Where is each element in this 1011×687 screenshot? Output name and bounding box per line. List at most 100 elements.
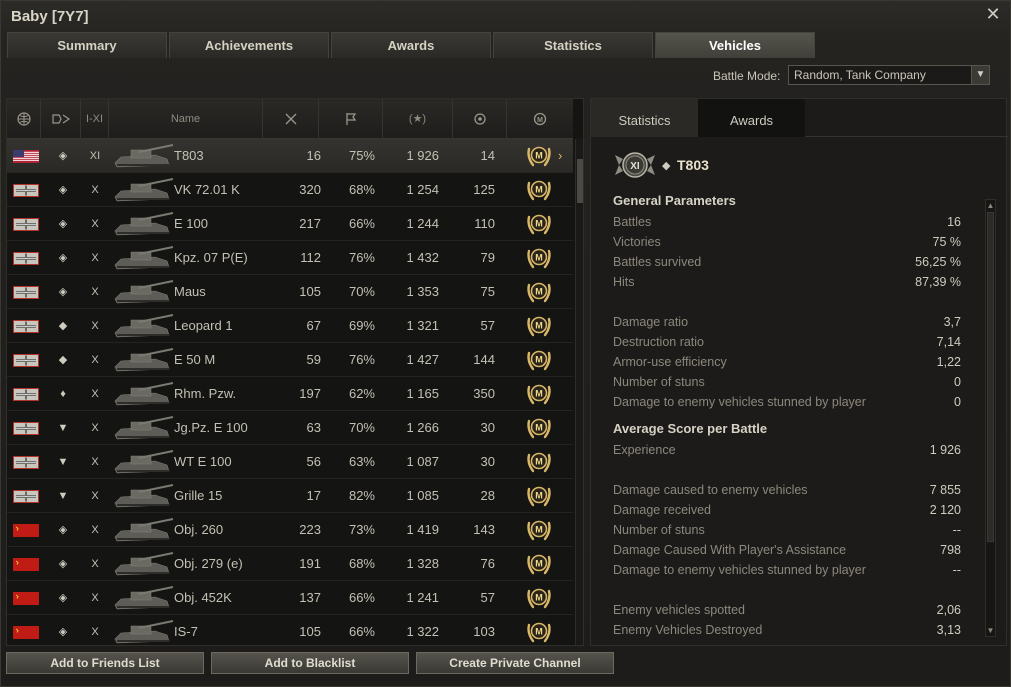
stat-value: 2,06 [936, 603, 961, 617]
battles-cell: 63 [306, 420, 321, 435]
svg-text:M: M [535, 423, 543, 433]
exp-cell: 1 254 [406, 182, 439, 197]
wins-cell: 68% [348, 182, 375, 197]
tab-awards[interactable]: Awards [331, 32, 491, 58]
table-row[interactable]: ♦ X Rhm. Pzw. 197 62% 1 165 350 M [7, 377, 573, 411]
tier-cell: X [91, 218, 99, 230]
main-tabs: Summary Achievements Awards Statistics V… [7, 32, 1007, 58]
close-icon[interactable]: ✕ [984, 5, 1002, 23]
heavy-tank-icon: ◈ [58, 184, 68, 196]
tab-vehicles[interactable]: Vehicles [655, 32, 815, 58]
damage-cell: 79 [480, 250, 495, 265]
tab-vehicle-statistics[interactable]: Statistics [591, 99, 698, 137]
flag-germany-icon [13, 388, 39, 401]
exp-column-header[interactable]: (★) [383, 99, 453, 139]
scroll-down-icon[interactable]: ▼ [986, 625, 995, 636]
tank-image [114, 484, 174, 508]
wins-column-header[interactable] [319, 99, 383, 139]
heavy-tank-icon: ◈ [58, 592, 68, 604]
damage-column-header[interactable] [453, 99, 507, 139]
mastery-badge-icon: M [527, 554, 551, 575]
medium-tank-icon: ◆ [58, 354, 68, 366]
battles-cell: 217 [299, 216, 321, 231]
tank-image [114, 246, 174, 270]
battles-column-header[interactable] [263, 99, 319, 139]
tank-image [114, 212, 174, 236]
damage-cell: 57 [480, 318, 495, 333]
stat-row: Damage to enemy vehicles stunned by play… [613, 395, 961, 415]
stat-row: Battles 16 [613, 215, 961, 235]
tank-image [114, 586, 174, 610]
vehicle-name-cell: Jg.Pz. E 100 [174, 420, 248, 435]
svg-text:M: M [535, 491, 543, 501]
svg-text:M: M [535, 355, 543, 365]
tab-achievements[interactable]: Achievements [169, 32, 329, 58]
table-row[interactable]: ▼ X WT E 100 56 63% 1 087 30 M [7, 445, 573, 479]
mastery-badge-icon: M [527, 622, 551, 643]
table-row[interactable]: ◈ XI T803 16 75% 1 926 14 M › [7, 139, 573, 173]
table-row[interactable]: ◈ X E 100 217 66% 1 244 110 M [7, 207, 573, 241]
stat-label: Damage to enemy vehicles stunned by play… [613, 563, 866, 577]
table-row[interactable]: ◈ X Maus 105 70% 1 353 75 M [7, 275, 573, 309]
table-row[interactable]: ◈ X Kpz. 07 P(E) 112 76% 1 432 79 M [7, 241, 573, 275]
tier-cell: XI [89, 150, 101, 162]
scroll-up-icon[interactable]: ▲ [986, 200, 995, 211]
battle-mode-select[interactable]: Random, Tank Company ▼ [788, 65, 990, 85]
tab-summary[interactable]: Summary [7, 32, 167, 58]
mastery-badge-icon: M [527, 282, 551, 303]
table-row[interactable]: ◆ X Leopard 1 67 69% 1 321 57 M [7, 309, 573, 343]
create-private-channel-button[interactable]: Create Private Channel [416, 652, 614, 674]
wins-cell: 63% [348, 454, 375, 469]
stat-row: Victories 75 % [613, 235, 961, 255]
scrollbar-thumb[interactable] [577, 159, 583, 203]
tab-vehicle-awards[interactable]: Awards [698, 99, 805, 137]
table-row[interactable]: ▼ X Jg.Pz. E 100 63 70% 1 266 30 M [7, 411, 573, 445]
stat-label: Number of stuns [613, 375, 705, 389]
table-row[interactable]: ◈ X Obj. 279 (e) 191 68% 1 328 76 M [7, 547, 573, 581]
chevron-down-icon[interactable]: ▼ [971, 66, 989, 84]
tank-image [114, 280, 174, 304]
tier-column-header[interactable]: I-XI [81, 99, 109, 139]
svg-text:M: M [535, 457, 543, 467]
exp-cell: 1 328 [406, 556, 439, 571]
table-row[interactable]: ◆ X E 50 M 59 76% 1 427 144 M [7, 343, 573, 377]
tier-cell: X [91, 524, 99, 536]
table-row[interactable]: ◈ X IS-7 105 66% 1 322 103 M [7, 615, 573, 645]
stat-value: 16 [947, 215, 961, 229]
tank-image [114, 620, 174, 644]
exp-cell: 1 266 [406, 420, 439, 435]
details-scrollbar[interactable]: ▲ ▼ [985, 199, 996, 637]
flag-germany-icon [13, 456, 39, 469]
tank-image [114, 314, 174, 338]
battles-icon [285, 113, 296, 125]
mastery-column-header[interactable]: M [507, 99, 573, 139]
add-to-blacklist-button[interactable]: Add to Blacklist [211, 652, 409, 674]
nation-column-header[interactable] [7, 99, 41, 139]
tier-cell: X [91, 592, 99, 604]
flag-ussr-icon [13, 626, 39, 639]
name-column-header[interactable]: Name [109, 99, 263, 139]
table-scrollbar[interactable] [575, 139, 583, 645]
add-to-friends-button[interactable]: Add to Friends List [6, 652, 204, 674]
battles-cell: 320 [299, 182, 321, 197]
table-row[interactable]: ◈ X Obj. 452K 137 66% 1 241 57 M [7, 581, 573, 615]
stat-label: Damage received [613, 503, 711, 517]
tab-statistics[interactable]: Statistics [493, 32, 653, 58]
battles-cell: 105 [299, 624, 321, 639]
svg-text:M: M [535, 219, 543, 229]
mastery-badge-icon: M [527, 384, 551, 405]
wins-cell: 82% [348, 488, 375, 503]
section-title: Average Score per Battle [613, 421, 768, 436]
svg-text:M: M [537, 117, 543, 124]
table-row[interactable]: ◈ X VK 72.01 K 320 68% 1 254 125 M [7, 173, 573, 207]
table-row[interactable]: ◈ X Obj. 260 223 73% 1 419 143 M [7, 513, 573, 547]
class-column-header[interactable] [41, 99, 81, 139]
stat-label: Damage to enemy vehicles stunned by play… [613, 395, 866, 409]
battles-cell: 67 [306, 318, 321, 333]
scrollbar-thumb[interactable] [987, 212, 994, 542]
mastery-badge-icon: M [527, 520, 551, 541]
vehicle-name-cell: Obj. 260 [174, 522, 224, 537]
table-row[interactable]: ▼ X Grille 15 17 82% 1 085 28 M [7, 479, 573, 513]
title-bar: Baby [7Y7] ✕ [1, 1, 1011, 31]
mastery-badge-icon: M [533, 112, 547, 126]
